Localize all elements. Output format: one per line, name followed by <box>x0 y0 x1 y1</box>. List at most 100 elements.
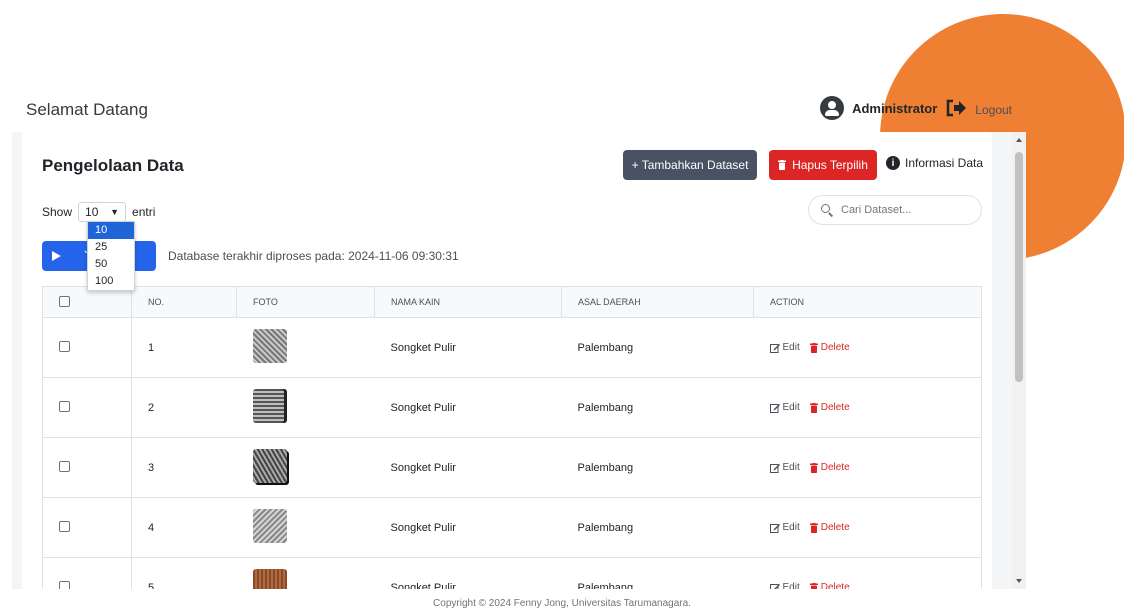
column-header[interactable]: ASAL DAERAH <box>561 286 754 318</box>
footer-copyright: Copyright © 2024 Fenny Jong, Universitas… <box>433 598 691 609</box>
edit-icon <box>769 463 780 473</box>
edit-label: Edit <box>782 342 800 353</box>
column-header[interactable]: FOTO <box>236 286 375 318</box>
top-bar: Selamat Datang Administrator Logout <box>0 92 1024 132</box>
dataset-table: NO. FOTO NAMA KAIN ASAL DAERAH ACTION 1 … <box>42 286 982 589</box>
user-name: Administrator <box>852 100 938 116</box>
table-row: 3 Songket Pulir Palembang Edit Delete <box>42 437 982 498</box>
fabric-name: Songket Pulir <box>374 497 562 558</box>
logout-icon[interactable] <box>945 99 967 117</box>
fabric-name: Songket Pulir <box>374 317 562 378</box>
delete-label: Delete <box>820 582 850 589</box>
delete-button[interactable]: Delete <box>809 462 850 473</box>
entries-label: entri <box>132 205 156 219</box>
page-size-option[interactable]: 25 <box>88 239 134 256</box>
row-number: 5 <box>131 557 237 589</box>
fabric-name: Songket Pulir <box>374 437 562 498</box>
logout-link[interactable]: Logout <box>975 103 1012 117</box>
page-size-option[interactable]: 50 <box>88 256 134 273</box>
chevron-down-icon: ▼ <box>110 207 120 217</box>
row-checkbox[interactable] <box>59 580 70 589</box>
edit-button[interactable]: Edit <box>769 522 800 533</box>
edit-label: Edit <box>782 462 800 473</box>
trash-icon <box>809 582 818 589</box>
search-input[interactable] <box>839 203 963 217</box>
delete-selected-label: Hapus Terpilih <box>792 158 868 172</box>
edit-icon <box>769 343 780 353</box>
trash-icon <box>809 342 818 353</box>
delete-button[interactable]: Delete <box>809 522 850 533</box>
trash-icon <box>809 462 818 473</box>
fabric-origin: Palembang <box>561 497 754 558</box>
fabric-name: Songket Pulir <box>374 377 562 438</box>
scrollbar-thumb[interactable] <box>1015 152 1023 382</box>
data-card: Pengelolaan Data + Tambahkan Dataset Hap… <box>22 132 992 589</box>
fabric-thumbnail[interactable] <box>252 569 287 589</box>
trash-icon <box>809 522 818 533</box>
edit-button[interactable]: Edit <box>769 342 800 353</box>
fabric-thumbnail[interactable] <box>252 449 287 483</box>
row-checkbox[interactable] <box>59 400 70 412</box>
page-size-dropdown: 10 25 50 100 <box>87 221 135 291</box>
column-header[interactable]: NAMA KAIN <box>374 286 562 318</box>
delete-label: Delete <box>820 402 850 413</box>
page-size-control: Show 10 ▼ entri <box>42 202 155 222</box>
edit-label: Edit <box>782 402 800 413</box>
add-dataset-button[interactable]: + Tambahkan Dataset <box>623 150 757 180</box>
table-header-row: NO. FOTO NAMA KAIN ASAL DAERAH ACTION <box>42 286 982 318</box>
column-header[interactable]: NO. <box>131 286 237 318</box>
table-row: 4 Songket Pulir Palembang Edit Delete <box>42 497 982 558</box>
page-size-option[interactable]: 100 <box>88 273 134 290</box>
row-checkbox[interactable] <box>59 340 70 352</box>
vertical-scrollbar[interactable] <box>1012 132 1026 589</box>
page-size-option[interactable]: 10 <box>88 222 134 239</box>
trash-icon <box>809 402 818 413</box>
table-row: 1 Songket Pulir Palembang Edit Delete <box>42 317 982 378</box>
search-box[interactable] <box>808 195 982 225</box>
scroll-down-arrow-icon[interactable] <box>1016 579 1022 583</box>
info-data-button[interactable]: i Informasi Data <box>886 156 983 170</box>
page-title: Pengelolaan Data <box>42 156 184 175</box>
content-scroll-area: Pengelolaan Data + Tambahkan Dataset Hap… <box>12 132 1012 589</box>
edit-label: Edit <box>782 582 800 589</box>
fabric-origin: Palembang <box>561 377 754 438</box>
delete-button[interactable]: Delete <box>809 582 850 589</box>
page-size-select[interactable]: 10 ▼ <box>78 202 127 222</box>
edit-icon <box>769 523 780 533</box>
row-number: 3 <box>131 437 237 498</box>
edit-icon <box>769 403 780 413</box>
welcome-title: Selamat Datang <box>26 100 148 119</box>
delete-label: Delete <box>820 342 850 353</box>
edit-icon <box>769 583 780 589</box>
row-number: 1 <box>131 317 237 378</box>
play-icon <box>52 251 61 261</box>
delete-label: Delete <box>820 522 850 533</box>
user-area: Administrator Logout <box>820 96 1012 120</box>
info-icon: i <box>886 156 900 170</box>
edit-label: Edit <box>782 522 800 533</box>
table-row: 2 Songket Pulir Palembang Edit Delete <box>42 377 982 438</box>
select-all-checkbox[interactable] <box>59 295 70 307</box>
fabric-origin: Palembang <box>561 557 754 589</box>
edit-button[interactable]: Edit <box>769 402 800 413</box>
fabric-origin: Palembang <box>561 317 754 378</box>
page-size-value: 10 <box>85 205 99 219</box>
row-checkbox[interactable] <box>59 520 70 532</box>
delete-button[interactable]: Delete <box>809 342 850 353</box>
info-data-label: Informasi Data <box>905 156 984 170</box>
fabric-thumbnail[interactable] <box>252 389 287 423</box>
fabric-thumbnail[interactable] <box>252 329 287 363</box>
scroll-up-arrow-icon[interactable] <box>1016 138 1022 142</box>
search-icon <box>821 204 834 217</box>
delete-button[interactable]: Delete <box>809 402 850 413</box>
user-avatar-icon[interactable] <box>820 96 845 120</box>
edit-button[interactable]: Edit <box>769 462 800 473</box>
fabric-thumbnail[interactable] <box>252 509 287 543</box>
row-number: 4 <box>131 497 237 558</box>
table-row: 5 Songket Pulir Palembang Edit Delete <box>42 557 982 589</box>
delete-selected-button[interactable]: Hapus Terpilih <box>769 150 877 180</box>
edit-button[interactable]: Edit <box>769 582 800 589</box>
show-label: Show <box>42 205 73 219</box>
row-checkbox[interactable] <box>59 460 70 472</box>
column-header: ACTION <box>753 286 982 318</box>
